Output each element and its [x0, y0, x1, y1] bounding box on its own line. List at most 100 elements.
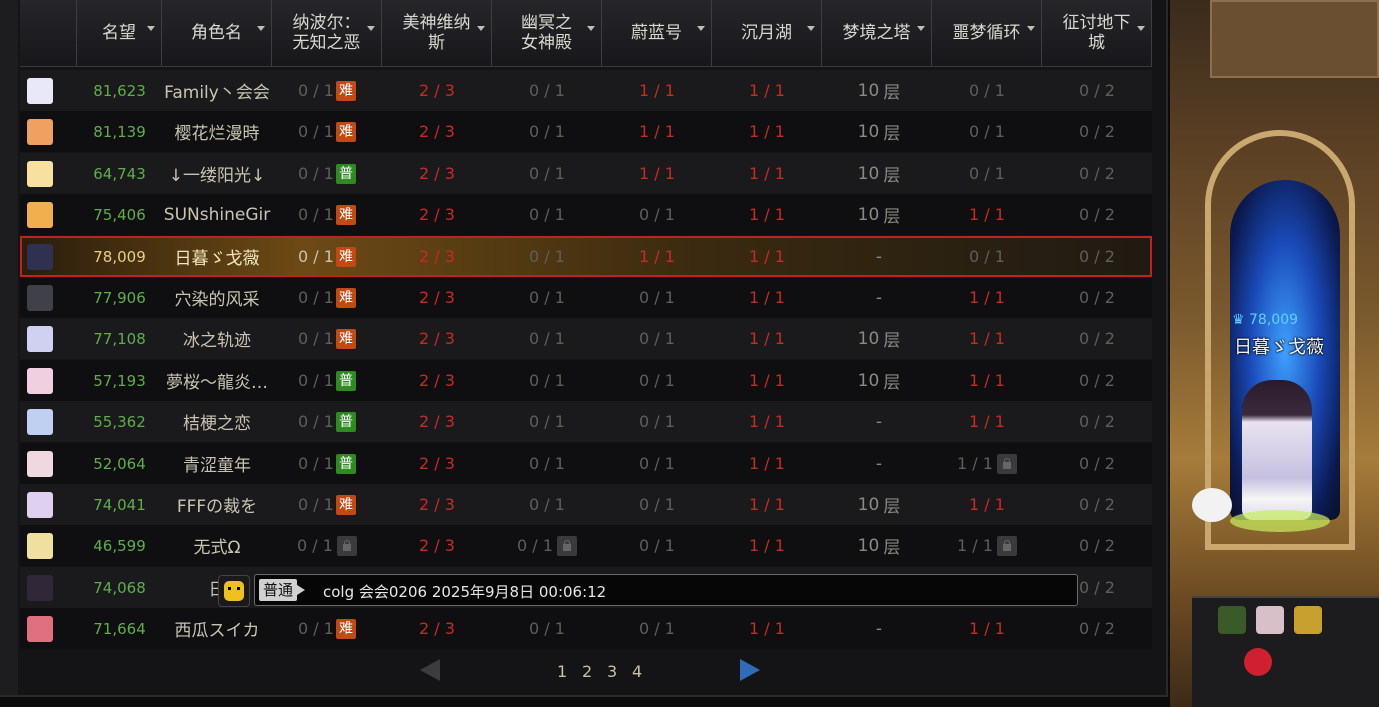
venus-progress: 2 / 3: [382, 194, 492, 235]
column-header-4[interactable]: 幽冥之 女神殿: [492, 0, 602, 66]
nether-temple-count: 0 / 1: [529, 164, 565, 183]
nether-temple-progress: 0 / 1: [492, 401, 602, 442]
column-header-8[interactable]: 噩梦循环: [932, 0, 1042, 66]
difficulty-normal-badge: 普: [335, 411, 356, 432]
emoji-button[interactable]: [218, 575, 250, 607]
subjugation-count: 0 / 2: [1079, 619, 1115, 638]
column-header-1[interactable]: 角色名: [162, 0, 272, 66]
chat-channel-tag[interactable]: 普通: [259, 579, 306, 601]
fame-value: 55,362: [77, 401, 162, 442]
napol-progress: 0 / 1难: [272, 70, 382, 111]
azure-count: 0 / 1: [639, 412, 675, 431]
character-name: 青涩童年: [162, 443, 272, 484]
nightmare-loop-count: 0 / 1: [969, 122, 1005, 141]
napol-progress: 0 / 1难: [272, 194, 382, 235]
page-number-3[interactable]: 3: [607, 662, 617, 681]
dream-tower-floor-value: 10: [857, 494, 880, 515]
page-number-4[interactable]: 4: [632, 662, 642, 681]
venus-progress: 2 / 3: [382, 401, 492, 442]
napol-count: 0 / 1: [298, 205, 334, 224]
table-row[interactable]: 78,009 日暮ゞ戈薇 0 / 1难2 / 30 / 11 / 11 / 1-0 …: [20, 236, 1152, 277]
nether-temple-count: 0 / 1: [529, 122, 565, 141]
nether-temple-progress: 0 / 1: [492, 484, 602, 525]
sort-arrow-icon[interactable]: [1137, 26, 1145, 31]
dream-tower-floor: 10 层: [822, 318, 932, 359]
chat-input[interactable]: 普通 colg 会会0206 2025年9月8日 00:06:12: [254, 574, 1078, 606]
table-row[interactable]: 81,139 樱花烂漫時 0 / 1难2 / 30 / 11 / 11 / 1 10 层…: [20, 111, 1152, 152]
next-page-arrow-icon[interactable]: [740, 659, 760, 681]
subjugation-progress: 0 / 2: [1042, 608, 1152, 649]
nightmare-loop-progress: 1 / 1: [932, 401, 1042, 442]
venus-progress: 2 / 3: [382, 111, 492, 152]
sort-arrow-icon[interactable]: [477, 26, 485, 31]
venus-progress: 2 / 3: [382, 277, 492, 318]
sort-arrow-icon[interactable]: [807, 26, 815, 31]
nightmare-loop-progress: 1 / 1: [932, 608, 1042, 649]
sort-arrow-icon[interactable]: [917, 26, 925, 31]
nether-temple-count: 0 / 1: [529, 454, 565, 473]
character-name: 冰之轨迹: [162, 318, 272, 359]
dream-tower-floor-value: 10: [857, 163, 880, 184]
table-row[interactable]: 46,599 无式Ω 0 / 1 2 / 3 0 / 1 0 / 1 1 / 1 10 层 1 /…: [20, 525, 1152, 566]
venus-count: 2 / 3: [419, 454, 455, 473]
table-row[interactable]: 74,041 FFFの裁を 0 / 1难2 / 30 / 10 / 11 / 1 10…: [20, 484, 1152, 525]
azure-progress: 1 / 1: [602, 70, 712, 111]
azure-count: 0 / 1: [639, 454, 675, 473]
character-avatar: [27, 450, 53, 477]
table-row[interactable]: 64,743 ↓一缕阳光↓ 0 / 1普2 / 30 / 11 / 11 / 1 10…: [20, 153, 1152, 194]
column-header-9[interactable]: 征讨地下 城: [1042, 0, 1152, 66]
table-row[interactable]: 71,664 西瓜スイカ 0 / 1难2 / 30 / 10 / 11 / 1-1 …: [20, 608, 1152, 649]
character-avatar: [27, 284, 53, 311]
prev-page-arrow-icon[interactable]: [420, 659, 440, 681]
fame-value: 71,664: [77, 608, 162, 649]
house-icon[interactable]: [1218, 606, 1246, 634]
subjugation-progress: 0 / 2: [1042, 236, 1152, 277]
sort-arrow-icon[interactable]: [257, 26, 265, 31]
player-name: 日暮ゞ戈薇: [1234, 337, 1324, 358]
column-header-2[interactable]: 纳波尔： 无知之恶: [272, 0, 382, 66]
table-row[interactable]: 57,193 夢桜～龍炎… 0 / 1普2 / 30 / 10 / 11 / 1 10…: [20, 360, 1152, 401]
sort-arrow-icon[interactable]: [697, 26, 705, 31]
venus-count: 2 / 3: [419, 122, 455, 141]
subjugation-progress: 0 / 2: [1042, 443, 1152, 484]
dream-tower-floor: 10 层: [822, 153, 932, 194]
chat-bar: 普通 colg 会会0206 2025年9月8日 00:06:12: [218, 572, 1080, 608]
column-header-7[interactable]: 梦境之塔: [822, 0, 932, 66]
pagination: 1 2 3 4: [420, 656, 780, 686]
sort-arrow-icon[interactable]: [147, 26, 155, 31]
dream-tower-floor-value: 10: [857, 121, 880, 142]
chest-icon[interactable]: [1294, 606, 1322, 634]
column-header-label: 幽冥之 女神殿: [521, 13, 572, 53]
table-row[interactable]: 75,406 SUNshineGir 0 / 1难2 / 30 / 10 / 11 …: [20, 194, 1152, 235]
napol-progress: 0 / 1普: [272, 153, 382, 194]
character-name-text: 穴染的风采: [174, 290, 260, 310]
sort-arrow-icon[interactable]: [367, 26, 375, 31]
venus-progress: 2 / 3: [382, 525, 492, 566]
column-header-5[interactable]: 蔚蓝号: [602, 0, 712, 66]
character-avatar: [27, 367, 53, 394]
character-name-text: ↓一缕阳光↓: [168, 166, 266, 186]
sort-arrow-icon[interactable]: [1027, 26, 1035, 31]
character-name-text: 冰之轨迹: [183, 331, 251, 351]
table-row[interactable]: 77,906 穴染的风采 0 / 1难2 / 30 / 10 / 11 / 1-1 …: [20, 277, 1152, 318]
column-header-0[interactable]: 名望: [77, 0, 162, 66]
fame-text: 74,041: [93, 495, 146, 514]
moonlake-count: 1 / 1: [749, 288, 785, 307]
napol-count: 0 / 1: [298, 81, 334, 100]
azure-progress: 0 / 1: [602, 401, 712, 442]
column-header-3[interactable]: 美神维纳 斯: [382, 0, 492, 66]
character-portrait-icon[interactable]: [1256, 606, 1284, 634]
player-character[interactable]: [1242, 380, 1312, 520]
flower-icon[interactable]: [1244, 648, 1272, 676]
napol-progress: 0 / 1难: [272, 111, 382, 152]
table-row[interactable]: 81,623 Family丶会会 0 / 1难2 / 30 / 11 / 11 / …: [20, 70, 1152, 111]
page-number-1[interactable]: 1: [557, 662, 567, 681]
moonlake-progress: 1 / 1: [712, 318, 822, 359]
column-header-6[interactable]: 沉月湖: [712, 0, 822, 66]
table-row[interactable]: 55,362 桔梗之恋 0 / 1普2 / 30 / 10 / 11 / 1-1 /…: [20, 401, 1152, 442]
napol-progress: 0 / 1难: [272, 608, 382, 649]
sort-arrow-icon[interactable]: [587, 26, 595, 31]
table-row[interactable]: 52,064 青涩童年 0 / 1普2 / 30 / 10 / 11 / 1-1 /…: [20, 443, 1152, 484]
page-number-2[interactable]: 2: [582, 662, 592, 681]
table-row[interactable]: 77,108 冰之轨迹 0 / 1难2 / 30 / 10 / 11 / 1 10 层 1…: [20, 318, 1152, 359]
